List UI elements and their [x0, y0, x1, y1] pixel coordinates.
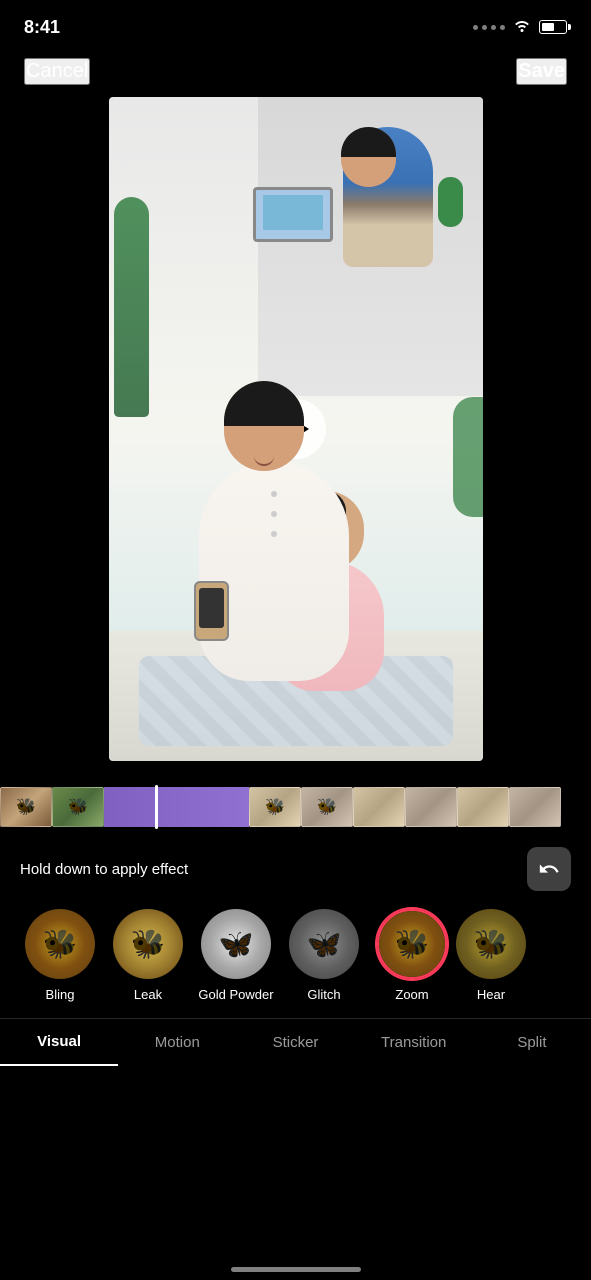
home-indicator: [231, 1267, 361, 1272]
effect-zoom[interactable]: 🐝 Zoom: [368, 909, 456, 1002]
film-frame[interactable]: [405, 787, 457, 827]
effect-thumb-goldpowder: 🦋: [201, 909, 271, 979]
status-time: 8:41: [24, 17, 60, 38]
film-frame[interactable]: 🐝: [52, 787, 104, 827]
timeline-playhead: [155, 785, 158, 829]
effect-thumb-glitch: 🦋: [289, 909, 359, 979]
scene-mother: [189, 381, 359, 681]
effects-row: 🐝 Bling 🐝 Leak 🦋 Gold Powder 🦋 Glitch: [0, 901, 591, 1010]
header: Cancel Save: [0, 50, 591, 97]
effect-label-hear: Hear: [477, 987, 505, 1002]
undo-icon: [538, 858, 560, 880]
tab-motion[interactable]: Motion: [118, 1020, 236, 1065]
effect-label-glitch: Glitch: [307, 987, 340, 1002]
signal-dot-2: [482, 25, 487, 30]
scene-mother-head: [224, 381, 304, 471]
effect-thumb-zoom: 🐝: [377, 909, 447, 979]
effect-thumb-leak: 🐝: [113, 909, 183, 979]
scene-plant-left: [114, 197, 149, 417]
timeline[interactable]: 🐝 🐝 🐝 🐝: [0, 777, 591, 837]
tab-split[interactable]: Split: [473, 1020, 591, 1065]
undo-button[interactable]: [527, 847, 571, 891]
status-bar: 8:41: [0, 0, 591, 50]
effect-glitch[interactable]: 🦋 Glitch: [280, 909, 368, 1002]
effect-goldpowder[interactable]: 🦋 Gold Powder: [192, 909, 280, 1002]
effect-label-goldpowder: Gold Powder: [198, 987, 273, 1002]
timeline-purple-section: [104, 787, 249, 827]
wifi-icon: [513, 18, 531, 37]
film-frame[interactable]: 🐝: [301, 787, 353, 827]
cancel-button[interactable]: Cancel: [24, 58, 90, 85]
scene-mother-phone: [194, 581, 229, 641]
video-preview: [109, 97, 483, 761]
scene-plant-small: [438, 177, 463, 227]
category-tabs: Visual Motion Sticker Transition Split: [0, 1018, 591, 1066]
effect-thumb-hear: 🐝: [456, 909, 526, 979]
film-frame[interactable]: 🐝: [249, 787, 301, 827]
battery-icon: [539, 20, 567, 34]
film-frame[interactable]: [509, 787, 561, 827]
video-background: [109, 97, 483, 761]
signal-dot-3: [491, 25, 496, 30]
status-icons: [473, 18, 567, 37]
hold-instruction: Hold down to apply effect: [20, 861, 188, 878]
effect-label-leak: Leak: [134, 987, 162, 1002]
timeline-strip: 🐝 🐝 🐝 🐝: [0, 787, 591, 827]
scene-person-background: [323, 127, 453, 327]
film-frame[interactable]: [457, 787, 509, 827]
scene-mother-hair: [224, 381, 304, 426]
effect-thumb-bling: 🐝: [25, 909, 95, 979]
tab-sticker[interactable]: Sticker: [236, 1020, 354, 1065]
tab-visual[interactable]: Visual: [0, 1019, 118, 1066]
effect-label-zoom: Zoom: [395, 987, 428, 1002]
signal-dot-1: [473, 25, 478, 30]
film-frame[interactable]: [353, 787, 405, 827]
scene-man-head: [341, 127, 396, 187]
controls-section: Hold down to apply effect: [0, 837, 591, 901]
signal-dot-4: [500, 25, 505, 30]
signal-icon: [473, 25, 505, 30]
effect-bling[interactable]: 🐝 Bling: [16, 909, 104, 1002]
scene-shirt-buttons: [199, 461, 349, 537]
effect-leak[interactable]: 🐝 Leak: [104, 909, 192, 1002]
effect-hear[interactable]: 🐝 Hear: [456, 909, 526, 1002]
battery-fill: [542, 23, 554, 31]
scene-phone-screen: [199, 588, 224, 628]
scene-mother-body: [199, 461, 349, 681]
scene-monitor: [253, 187, 333, 242]
scene-plant-right: [453, 397, 483, 517]
scene-mother-smile: [254, 456, 274, 466]
film-frame[interactable]: 🐝: [0, 787, 52, 827]
effect-label-bling: Bling: [46, 987, 75, 1002]
tab-transition[interactable]: Transition: [355, 1020, 473, 1065]
save-button[interactable]: Save: [516, 58, 567, 85]
video-scene: [109, 97, 483, 761]
scene-monitor-screen: [263, 195, 323, 230]
